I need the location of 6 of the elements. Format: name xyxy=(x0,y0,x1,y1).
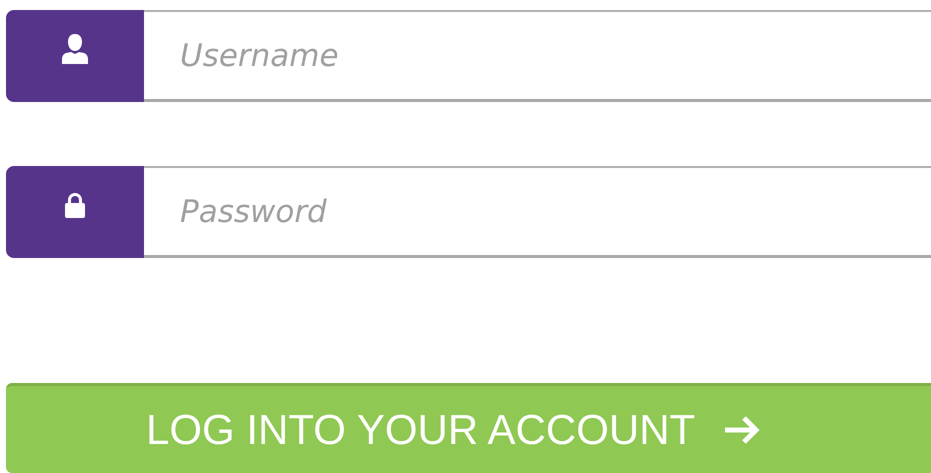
password-field[interactable]: Password xyxy=(144,166,931,258)
username-field[interactable]: Username xyxy=(144,10,931,102)
login-button[interactable]: LOG INTO YOUR ACCOUNT xyxy=(6,383,931,473)
user-icon xyxy=(62,34,88,64)
lock-icon xyxy=(65,192,85,218)
arrow-icon xyxy=(723,414,762,444)
